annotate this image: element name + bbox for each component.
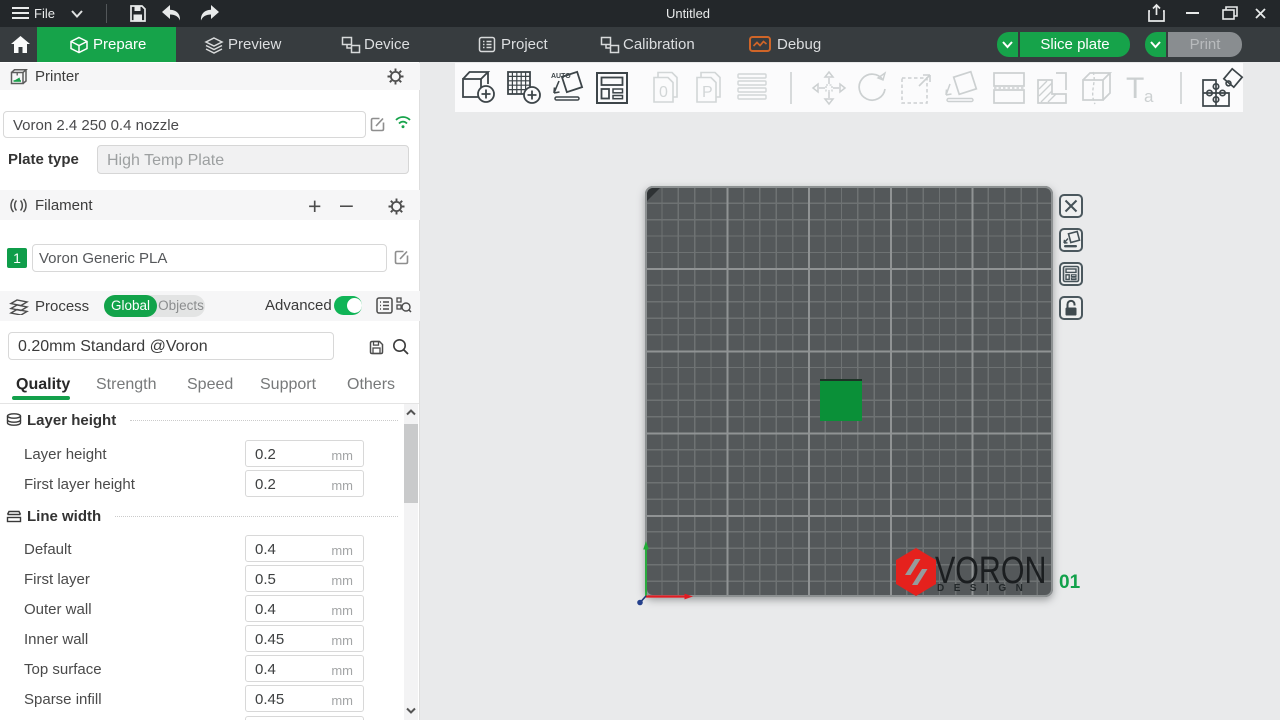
svg-text:T: T — [1126, 72, 1144, 105]
svg-text:P: P — [702, 84, 713, 101]
svg-text:0: 0 — [659, 84, 668, 101]
svg-text:a: a — [1144, 87, 1154, 106]
